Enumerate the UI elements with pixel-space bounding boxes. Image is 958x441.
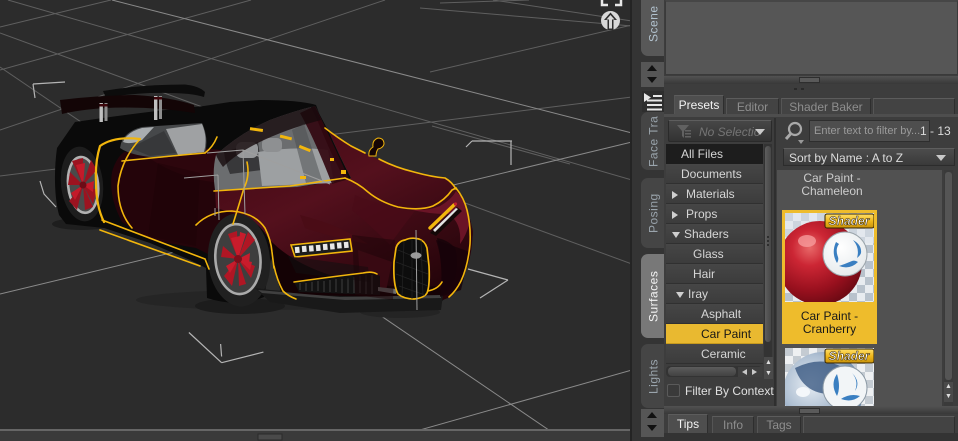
svg-text:Shader: Shader <box>829 349 871 363</box>
svg-text:Shader: Shader <box>829 214 871 228</box>
